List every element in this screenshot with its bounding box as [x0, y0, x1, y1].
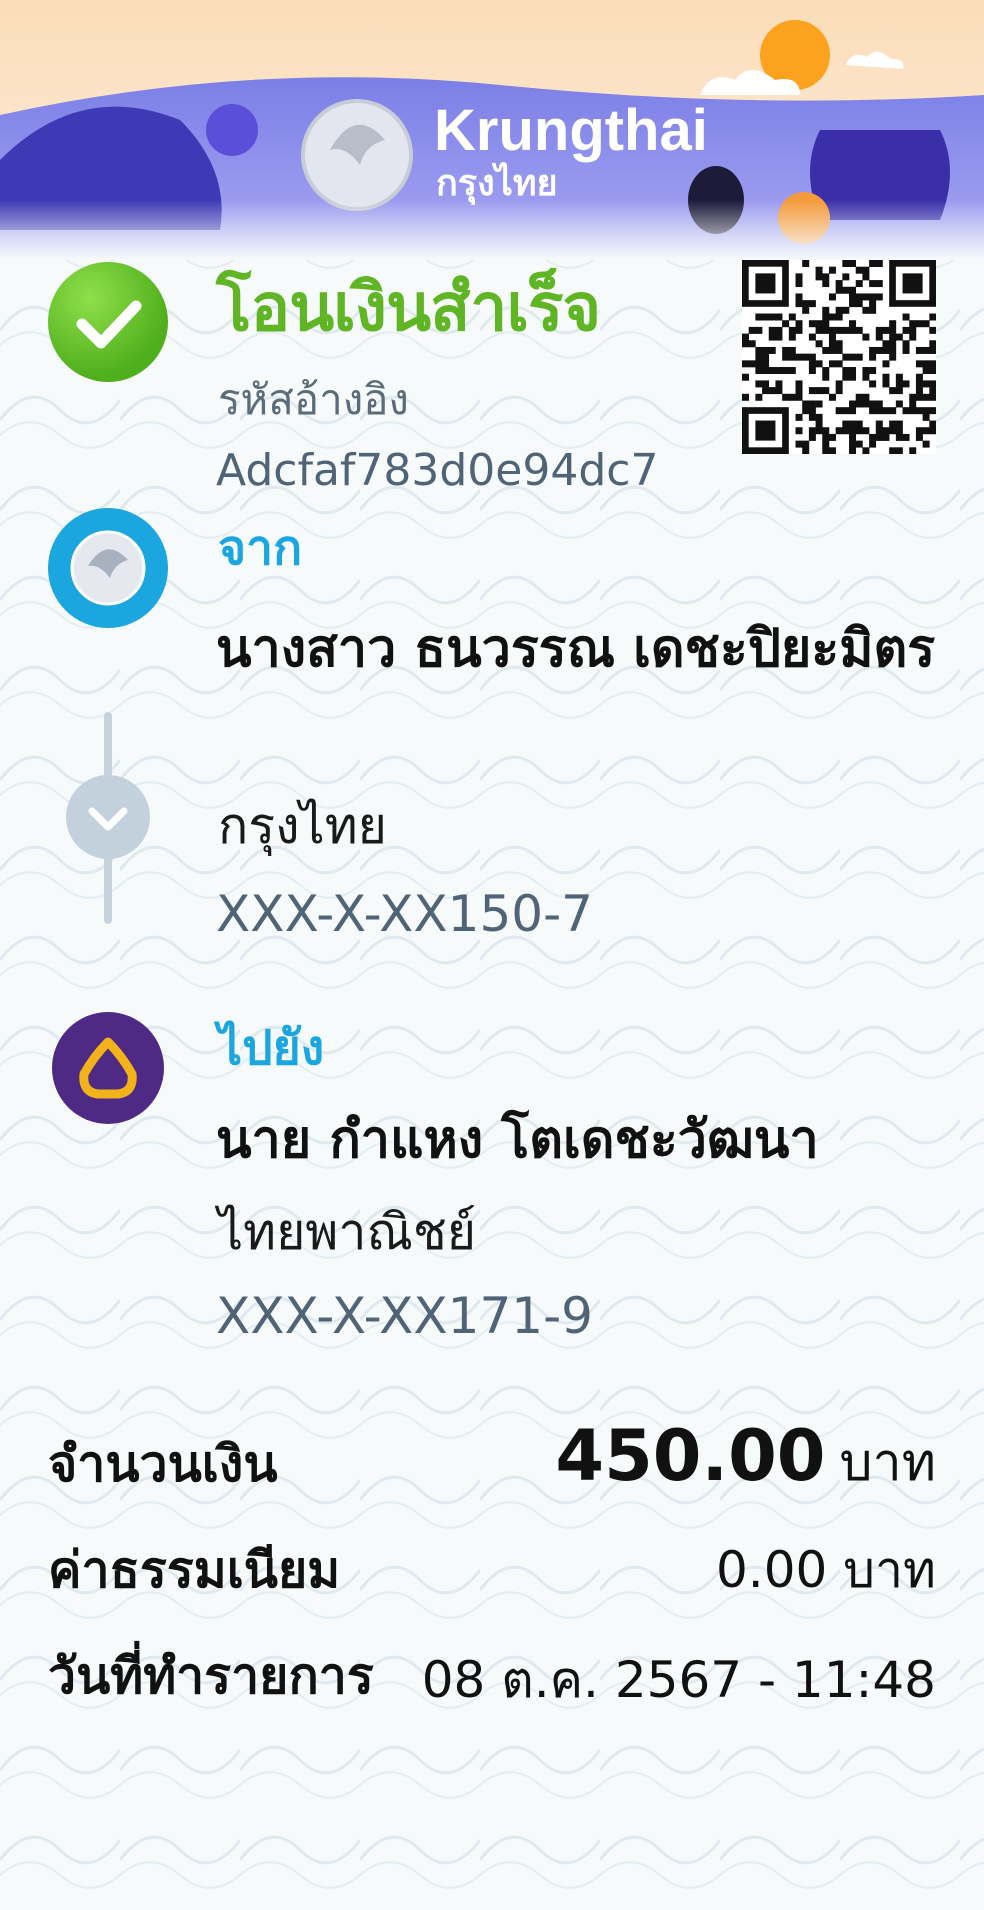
recipient-name: นาย กำแหง โตเดชะวัฒนา — [216, 1110, 819, 1170]
date-label: วันที่ทำรายการ — [48, 1647, 374, 1705]
krungthai-logo-icon — [48, 508, 168, 628]
recipient-bank: ไทยพาณิชย์ — [218, 1203, 477, 1261]
fee-value: 0.00 บาท — [716, 1541, 936, 1599]
amount-label: จำนวนเงิน — [48, 1435, 278, 1493]
scb-logo-icon — [52, 1012, 164, 1124]
amount-unit: บาท — [839, 1433, 936, 1493]
transfer-success-title: โอนเงินสำเร็จ — [216, 269, 601, 346]
fee-label: ค่าธรรมเนียม — [48, 1541, 341, 1599]
to-label: ไปยัง — [218, 1020, 325, 1076]
sender-name: นางสาว ธนวรรณ เดชะปิยะมิตร — [216, 619, 936, 679]
header-banner: Krungthai กรุงไทย — [0, 0, 984, 260]
pumpkin-icon — [206, 104, 258, 156]
brand-name-en: Krungthai — [434, 98, 708, 163]
sender-account: XXX-X-XX150-7 — [216, 885, 593, 943]
success-check-icon — [48, 262, 168, 382]
reference-label: รหัสอ้างอิง — [218, 375, 409, 424]
reference-value: Adcfaf783d0e94dc7 — [216, 445, 659, 496]
krungthai-logo — [301, 99, 413, 211]
recipient-account: XXX-X-XX171-9 — [216, 1287, 593, 1345]
amount-value: 450.00 บาท — [555, 1416, 936, 1503]
amount-number: 450.00 — [555, 1415, 826, 1497]
brand-name-th: กรุงไทย — [436, 161, 558, 206]
sender-bank: กรุงไทย — [218, 797, 387, 855]
date-value: 08 ต.ค. 2567 - 11:48 — [421, 1651, 936, 1709]
from-label: จาก — [218, 520, 303, 576]
chevron-down-icon — [66, 775, 150, 859]
qr-code-icon[interactable] — [742, 260, 936, 454]
